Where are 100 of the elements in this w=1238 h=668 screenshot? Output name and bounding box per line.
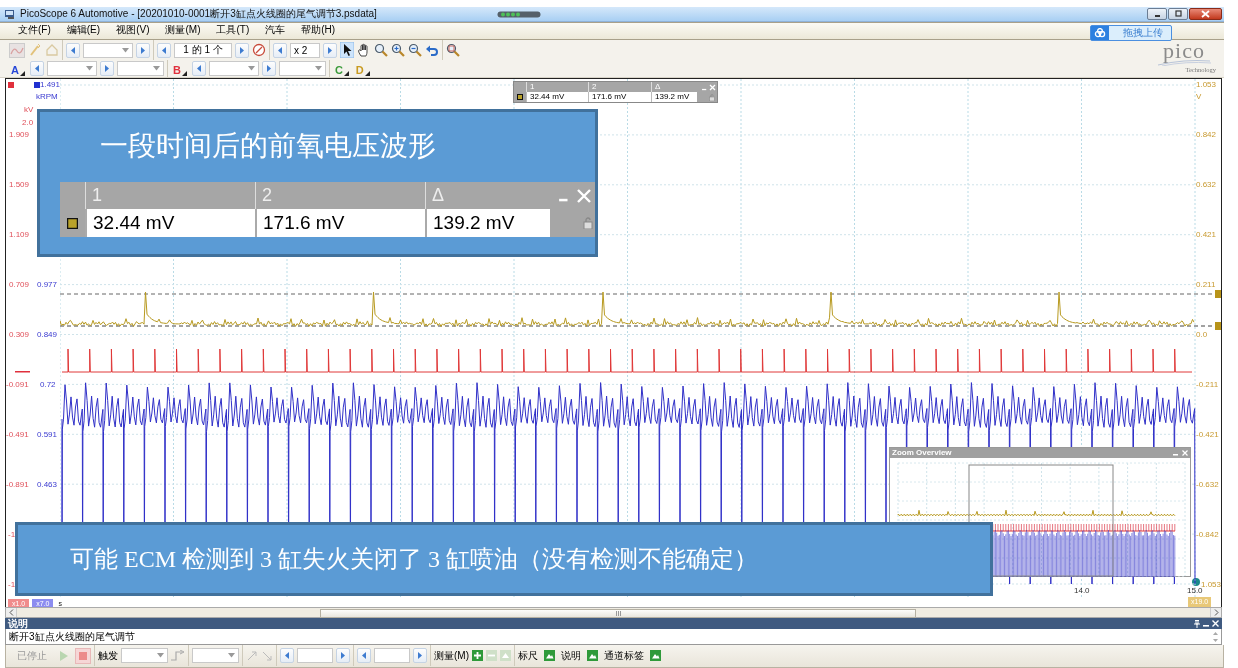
menu-item[interactable]: 编辑(E): [58, 23, 109, 37]
horizontal-scrollbar[interactable]: [5, 607, 1222, 618]
axis-label: 0.309: [9, 330, 30, 340]
axis-label: 0.632: [1196, 180, 1217, 190]
grip-icon: [615, 611, 621, 616]
caret-icon: [228, 653, 235, 658]
channel-button[interactable]: A: [9, 61, 27, 76]
next-button[interactable]: [413, 648, 427, 663]
triangle-right-icon: [139, 45, 147, 55]
axis-label: 0.72: [40, 380, 56, 390]
dropdown-field[interactable]: [121, 648, 168, 663]
panel-title: Zoom Overview: [892, 448, 952, 458]
add-icon[interactable]: [472, 650, 483, 661]
pointer-icon[interactable]: [340, 42, 354, 58]
chart-icon[interactable]: [9, 42, 25, 58]
maximize-button[interactable]: [1168, 8, 1188, 20]
home-icon[interactable]: [45, 43, 59, 57]
next-button[interactable]: [336, 648, 350, 663]
menu-item[interactable]: 工具(T): [208, 23, 258, 37]
previous-button[interactable]: [191, 61, 206, 76]
previous-button[interactable]: [357, 648, 371, 663]
next-button[interactable]: [323, 42, 337, 58]
zoom-to-fit-icon[interactable]: [446, 43, 460, 57]
dropdown-field[interactable]: [192, 648, 239, 663]
previous-button[interactable]: [29, 61, 44, 76]
stop-icon: [79, 651, 87, 660]
triangle-right-icon: [264, 64, 273, 73]
menu-item[interactable]: 文件(F): [10, 23, 59, 37]
stop-button[interactable]: [75, 647, 91, 664]
caret-icon: [157, 653, 164, 658]
zoom-factor-field[interactable]: x 2: [290, 42, 320, 58]
axis-label: -0.632: [1196, 480, 1219, 490]
chevron-right-icon: [1213, 609, 1219, 616]
page-counter-field[interactable]: 1 的 1 个: [174, 42, 232, 58]
next-button[interactable]: [235, 42, 249, 58]
menu-item[interactable]: 帮助(H): [293, 23, 344, 37]
close-button[interactable]: [1189, 8, 1222, 20]
channel-marker-icon: [1192, 578, 1200, 586]
toggle-icon[interactable]: [587, 650, 598, 661]
play-icon[interactable]: [60, 650, 68, 661]
previous-button[interactable]: [280, 648, 294, 663]
caret-icon: [152, 66, 160, 71]
previous-button[interactable]: [66, 42, 80, 58]
menu-item[interactable]: 视图(V): [108, 23, 158, 37]
dropdown-field[interactable]: [46, 61, 97, 76]
caret-icon: [122, 47, 129, 53]
chevron-left-icon: [8, 609, 14, 616]
zoom-icon[interactable]: [374, 43, 388, 57]
toggle-icon[interactable]: [544, 650, 555, 661]
axis-label: 0.463: [37, 480, 58, 490]
hand-icon[interactable]: [357, 43, 371, 57]
axis-label: 0.977: [37, 280, 58, 290]
scroll-left-button[interactable]: [6, 608, 17, 617]
menu-item[interactable]: 汽车: [257, 23, 294, 37]
next-button[interactable]: [99, 61, 114, 76]
edit-icon[interactable]: [500, 650, 511, 661]
trigger-edge-icon[interactable]: [171, 649, 185, 662]
axis-label: -0.211: [1196, 380, 1219, 390]
trigger-marker-icon[interactable]: [261, 649, 273, 662]
scrollbar-thumb[interactable]: [320, 609, 916, 618]
zoom-out-icon[interactable]: [408, 43, 422, 57]
input-field[interactable]: [297, 648, 333, 663]
previous-button[interactable]: [273, 42, 287, 58]
maximize-icon: [1173, 10, 1183, 18]
triangle-left-icon: [276, 45, 284, 55]
dropdown-field[interactable]: [116, 61, 164, 76]
triangle-right-icon: [339, 651, 347, 660]
previous-button[interactable]: [157, 42, 171, 58]
axis-label: kV: [24, 105, 34, 115]
zoom-selection-frame[interactable]: [968, 464, 1114, 577]
caret-icon: [314, 66, 322, 71]
ruler-handle[interactable]: [1215, 322, 1221, 330]
dropdown-field[interactable]: [208, 61, 259, 76]
axis-label: 15.0: [1187, 586, 1203, 596]
upload-button[interactable]: 拖拽上传: [1090, 25, 1172, 41]
close-icon[interactable]: [1212, 620, 1219, 627]
next-button[interactable]: [261, 61, 276, 76]
wand-icon[interactable]: [28, 43, 42, 57]
panel-title: 说明: [8, 618, 28, 629]
trigger-marker-icon[interactable]: [246, 649, 258, 662]
input-field[interactable]: [374, 648, 410, 663]
axis-label: -1: [8, 530, 16, 540]
ruler-handle[interactable]: [1215, 290, 1221, 298]
channel-button[interactable]: B: [170, 61, 189, 76]
toggle-icon[interactable]: [650, 650, 661, 661]
pin-icon[interactable]: [1194, 619, 1200, 628]
minimize-button[interactable]: [1147, 8, 1167, 20]
undo-icon[interactable]: [425, 43, 439, 57]
menu-item[interactable]: 测量(M): [157, 23, 209, 37]
axis-label: 1.109: [9, 230, 30, 240]
next-button[interactable]: [136, 42, 150, 58]
triangle-right-icon: [102, 64, 111, 73]
trigger-label: 触发: [98, 648, 118, 663]
channel-marker-icon: [8, 82, 14, 88]
dropdown-field[interactable]: [278, 61, 326, 76]
axis-label: -0.842: [1196, 530, 1219, 540]
zoom-in-icon[interactable]: [391, 43, 405, 57]
dropdown-field[interactable]: [83, 42, 133, 58]
logo-wordmark: pico: [1163, 41, 1205, 61]
axis-label: 1.053: [1201, 580, 1221, 589]
